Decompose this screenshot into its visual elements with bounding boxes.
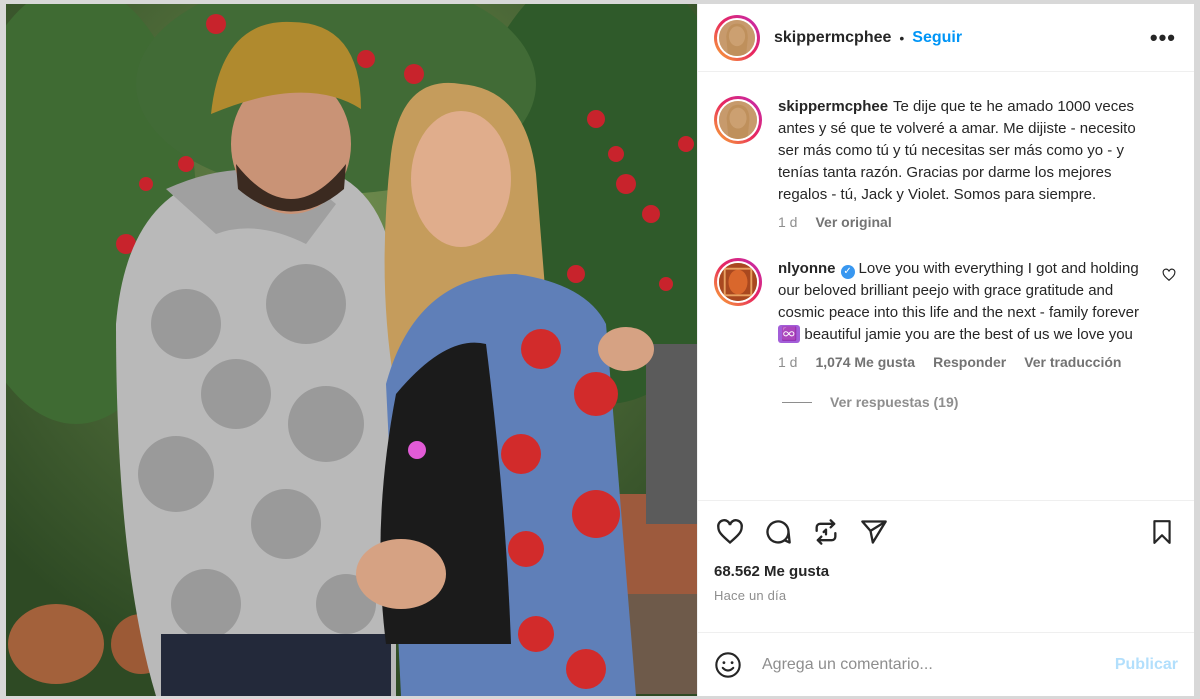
- post-image: [6, 4, 697, 696]
- infinity-emoji-icon: ♾️: [778, 325, 801, 343]
- comment-age: 1 d: [778, 354, 798, 370]
- comment-text: nlyonne ✓ Love you with everything I got a…: [778, 258, 1158, 346]
- post-timestamp[interactable]: Hace un día: [714, 588, 1178, 603]
- view-replies-button[interactable]: Ver respuestas (19): [782, 394, 1178, 410]
- caption-avatar[interactable]: [714, 96, 762, 144]
- caption-text: skippermcphee Te dije que te he amado 100…: [778, 96, 1158, 206]
- post-likes-count[interactable]: 68.562 Me gusta: [714, 563, 1178, 580]
- comment-bubble-icon[interactable]: [762, 516, 794, 548]
- publish-comment-button[interactable]: Publicar: [1115, 656, 1178, 674]
- like-comment-heart-icon[interactable]: [1162, 268, 1176, 282]
- view-replies-label: Ver respuestas (19): [830, 394, 959, 410]
- add-comment-bar: Publicar: [698, 632, 1194, 696]
- comment-input[interactable]: [762, 655, 1115, 674]
- post-sidebar: skippermcphee • Seguir ••• skippermcphee…: [697, 4, 1194, 696]
- save-bookmark-icon[interactable]: [1146, 516, 1178, 548]
- like-heart-icon[interactable]: [714, 516, 746, 548]
- commenter-username[interactable]: nlyonne: [778, 260, 836, 277]
- caption-username[interactable]: skippermcphee: [778, 98, 888, 115]
- caption: skippermcphee Te dije que te he amado 100…: [714, 96, 1178, 230]
- post-header: skippermcphee • Seguir •••: [698, 4, 1194, 72]
- comments-section[interactable]: skippermcphee Te dije que te he amado 100…: [698, 72, 1194, 500]
- verified-badge-icon: ✓: [840, 265, 855, 279]
- post-window: skippermcphee • Seguir ••• skippermcphee…: [6, 4, 1194, 696]
- commenter-avatar[interactable]: [714, 258, 762, 306]
- share-paper-plane-icon[interactable]: [858, 516, 890, 548]
- more-options-icon[interactable]: •••: [1150, 26, 1176, 49]
- emoji-picker-icon[interactable]: [714, 651, 742, 679]
- comment-likes-link[interactable]: 1,074 Me gusta: [815, 354, 915, 370]
- follow-button[interactable]: Seguir: [912, 29, 962, 47]
- author-avatar[interactable]: [714, 14, 760, 61]
- see-translation-link[interactable]: Ver traducción: [1024, 354, 1121, 370]
- author-username[interactable]: skippermcphee: [774, 29, 891, 47]
- comment-content-part2: beautiful jamie you are the best of us w…: [804, 326, 1133, 343]
- replies-divider: [782, 401, 812, 403]
- post-actions: 68.562 Me gusta Hace un día: [698, 500, 1194, 632]
- caption-age: 1 d: [778, 214, 798, 230]
- caption-meta: 1 d Ver original: [778, 214, 1158, 230]
- comment-meta: 1 d 1,074 Me gusta Responder Ver traducc…: [778, 354, 1158, 370]
- action-icons-row: [714, 515, 1178, 549]
- reply-link[interactable]: Responder: [933, 354, 1006, 370]
- repost-icon[interactable]: [810, 516, 842, 548]
- separator-dot: •: [899, 29, 905, 46]
- post-photo[interactable]: [6, 4, 697, 696]
- see-original-link[interactable]: Ver original: [815, 214, 891, 230]
- comment-item: nlyonne ✓ Love you with everything I got a…: [714, 258, 1178, 370]
